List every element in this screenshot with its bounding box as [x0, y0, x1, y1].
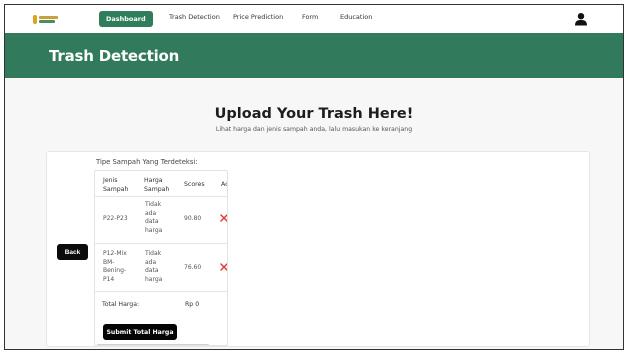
page-header-banner: Trash Detection — [5, 33, 623, 78]
nav-price-prediction[interactable]: Price Prediction — [233, 13, 283, 21]
app-window: Dashboard Trash Detection Price Predicti… — [4, 4, 624, 350]
total-label: Total Harga: — [102, 301, 140, 308]
back-button[interactable]: Back — [57, 244, 88, 260]
row2-harga: Tidak ada data harga — [145, 250, 163, 283]
row-divider — [95, 196, 227, 197]
header-scores: Scores — [184, 181, 205, 188]
row1-harga: Tidak ada data harga — [145, 201, 163, 234]
row-divider — [95, 243, 227, 244]
app-logo[interactable] — [33, 14, 59, 24]
page-title: Trash Detection — [49, 47, 180, 65]
header-harga-sampah: Harga Sampah — [144, 177, 170, 193]
row-divider — [95, 291, 227, 292]
detection-table: Jenis Sampah Harga Sampah Scores Ac P22-… — [94, 170, 228, 346]
horizontal-scrollbar[interactable] — [97, 344, 209, 345]
logo-mark — [33, 14, 37, 24]
upload-subtitle: Lihat harga dan jenis sampah anda, lalu … — [215, 126, 413, 133]
row2-score: 76.60 — [184, 264, 202, 271]
submit-total-button[interactable]: Submit Total Harga — [103, 324, 177, 340]
delete-row2-icon[interactable] — [220, 263, 228, 271]
detected-types-label: Tipe Sampah Yang Terdeteksi: — [96, 158, 198, 166]
row1-score: 90.80 — [184, 215, 202, 222]
logo-wordmark — [39, 15, 58, 23]
header-jenis-sampah: Jenis Sampah — [103, 177, 129, 193]
header-action: Ac — [221, 181, 228, 188]
nav-dashboard[interactable]: Dashboard — [99, 11, 153, 27]
upload-title: Upload Your Trash Here! — [214, 106, 414, 122]
row2-jenis: P12-Mix BM-Bening-P14 — [103, 250, 127, 283]
nav-form[interactable]: Form — [302, 13, 318, 21]
total-value: Rp 0 — [185, 301, 200, 308]
delete-row1-icon[interactable] — [220, 214, 228, 222]
row1-jenis: P22-P23 — [103, 215, 128, 222]
user-icon[interactable] — [574, 12, 588, 26]
nav-trash-detection[interactable]: Trash Detection — [169, 13, 220, 21]
nav-education[interactable]: Education — [340, 13, 372, 21]
navbar: Dashboard Trash Detection Price Predicti… — [5, 5, 623, 33]
